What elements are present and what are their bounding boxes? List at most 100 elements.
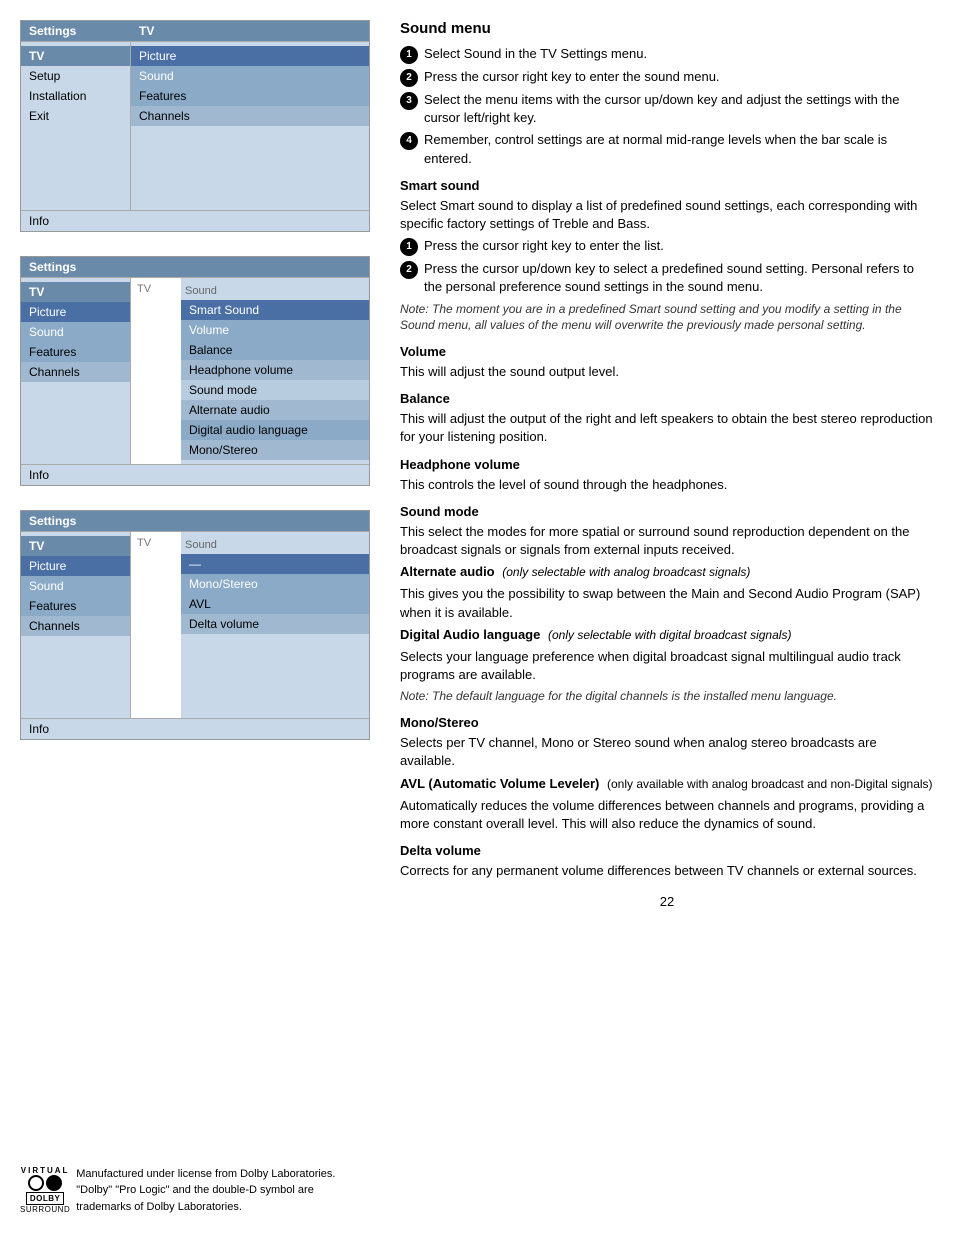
- menu1-right-sound[interactable]: Sound: [131, 66, 369, 86]
- menu3-right-dash[interactable]: —: [181, 554, 369, 574]
- menu2-right-volume[interactable]: Volume: [181, 320, 369, 340]
- mono-stereo-heading: Mono/Stereo: [400, 715, 934, 730]
- smart-sound-body: Select Smart sound to display a list of …: [400, 197, 934, 233]
- menu3-left-col: TV Picture Sound Features Channels: [21, 532, 131, 718]
- ss-step1-circle: 1: [400, 238, 418, 256]
- menu2-left-sound[interactable]: Sound: [21, 322, 130, 342]
- menu3-left-picture[interactable]: Picture: [21, 556, 130, 576]
- dolby-circle-right: [46, 1175, 62, 1191]
- menu-box-1: Settings TV TV Setup Installation Exit P…: [20, 20, 370, 232]
- menu1-left-exit[interactable]: Exit: [21, 106, 130, 126]
- menu2-right-soundmode[interactable]: Sound mode: [181, 380, 369, 400]
- menu2-right-col: Sound Smart Sound Volume Balance Headpho…: [181, 278, 369, 464]
- alternate-audio-heading: Alternate audio: [400, 564, 495, 579]
- digital-audio-note: Note: The default language for the digit…: [400, 688, 934, 705]
- smart-sound-note: Note: The moment you are in a predefined…: [400, 301, 934, 335]
- alternate-audio-heading-para: Alternate audio (only selectable with an…: [400, 563, 934, 581]
- menu3-right-empty1: [181, 634, 369, 654]
- step-4-circle: 4: [400, 132, 418, 150]
- alternate-audio-body: This gives you the possibility to swap b…: [400, 585, 934, 621]
- menu1-info: Info: [21, 210, 369, 231]
- menu3-left-tv[interactable]: TV: [21, 536, 130, 556]
- step-2: 2 Press the cursor right key to enter th…: [400, 68, 934, 87]
- menu3-right-header: [129, 514, 361, 528]
- menu2-left-tv[interactable]: TV: [21, 282, 130, 302]
- menu3-left-empty1: [21, 636, 130, 656]
- virtual-label: VIRTUAL: [21, 1166, 70, 1175]
- menu1-right-channels[interactable]: Channels: [131, 106, 369, 126]
- menu2-settings-label: Settings: [29, 260, 129, 274]
- sound-menu-heading: Sound menu: [400, 20, 934, 37]
- menu2-left-features[interactable]: Features: [21, 342, 130, 362]
- menu2-left-col: TV Picture Sound Features Channels: [21, 278, 131, 464]
- menu1-right-features[interactable]: Features: [131, 86, 369, 106]
- headphone-volume-heading: Headphone volume: [400, 457, 934, 472]
- balance-body: This will adjust the output of the right…: [400, 410, 934, 446]
- menu1-left-col: TV Setup Installation Exit: [21, 42, 131, 210]
- balance-heading: Balance: [400, 391, 934, 406]
- menu3-sound-label: Sound: [181, 536, 369, 554]
- delta-volume-body: Corrects for any permanent volume differ…: [400, 862, 934, 880]
- avl-body: Automatically reduces the volume differe…: [400, 797, 934, 833]
- menu2-left-channels[interactable]: Channels: [21, 362, 130, 382]
- avl-qualifier: (only available with analog broadcast an…: [607, 777, 933, 791]
- menu1-left-installation[interactable]: Installation: [21, 86, 130, 106]
- menu2-right-smartsound[interactable]: Smart Sound: [181, 300, 369, 320]
- dolby-label: DOLBY: [26, 1192, 65, 1205]
- step-2-circle: 2: [400, 69, 418, 87]
- menu1-right-empty4: [131, 186, 369, 206]
- menu1-right-empty1: [131, 126, 369, 146]
- menu-topbar-1: Settings TV: [21, 21, 369, 42]
- step-1-text: Select Sound in the TV Settings menu.: [424, 45, 647, 63]
- step-3-circle: 3: [400, 92, 418, 110]
- mono-stereo-body: Selects per TV channel, Mono or Stereo s…: [400, 734, 934, 770]
- headphone-volume-body: This controls the level of sound through…: [400, 476, 934, 494]
- menu2-right-monostereo[interactable]: Mono/Stereo: [181, 440, 369, 460]
- menu1-left-empty3: [21, 166, 130, 186]
- menu3-tv-sublabel: TV: [137, 534, 151, 552]
- digital-audio-qualifier: (only selectable with digital broadcast …: [548, 628, 791, 642]
- digital-audio-heading: Digital Audio language: [400, 627, 540, 642]
- right-column: Sound menu 1 Select Sound in the TV Sett…: [390, 20, 934, 1215]
- menu1-right-picture[interactable]: Picture: [131, 46, 369, 66]
- menu3-mid-label: TV: [131, 532, 181, 718]
- menu2-info: Info: [21, 464, 369, 485]
- menu3-info: Info: [21, 718, 369, 739]
- menu-topbar-2: Settings: [21, 257, 369, 278]
- alternate-audio-qualifier: (only selectable with analog broadcast s…: [502, 565, 750, 579]
- menu1-left-empty1: [21, 126, 130, 146]
- menu3-settings-label: Settings: [29, 514, 129, 528]
- menu3-left-features[interactable]: Features: [21, 596, 130, 616]
- menu2-mid-label: TV: [131, 278, 181, 464]
- step-1: 1 Select Sound in the TV Settings menu.: [400, 45, 934, 64]
- menu3-right-monostereo[interactable]: Mono/Stereo: [181, 574, 369, 594]
- menu2-right-headphone[interactable]: Headphone volume: [181, 360, 369, 380]
- surround-label: SURROUND: [20, 1205, 70, 1214]
- menu3-left-sound[interactable]: Sound: [21, 576, 130, 596]
- smart-sound-step2: 2 Press the cursor up/down key to select…: [400, 260, 934, 296]
- menu1-tv-label: TV: [129, 24, 361, 38]
- menu2-right-balance[interactable]: Balance: [181, 340, 369, 360]
- dolby-text: Manufactured under license from Dolby La…: [76, 1166, 370, 1216]
- avl-heading-para: AVL (Automatic Volume Leveler) (only ava…: [400, 775, 934, 793]
- dolby-symbol: VIRTUAL DOLBY SURROUND: [20, 1166, 70, 1214]
- dolby-circle-left: [28, 1175, 44, 1191]
- menu1-left-tv[interactable]: TV: [21, 46, 130, 66]
- menu2-right-altaudio[interactable]: Alternate audio: [181, 400, 369, 420]
- menu1-left-setup[interactable]: Setup: [21, 66, 130, 86]
- menu3-left-empty2: [21, 656, 130, 676]
- menu2-right-digitalaudio[interactable]: Digital audio language: [181, 420, 369, 440]
- avl-heading: AVL (Automatic Volume Leveler): [400, 776, 599, 791]
- menu-box-2: Settings TV Picture Sound Features Chann…: [20, 256, 370, 486]
- sound-mode-body: This select the modes for more spatial o…: [400, 523, 934, 559]
- menu2-left-picture[interactable]: Picture: [21, 302, 130, 322]
- volume-heading: Volume: [400, 344, 934, 359]
- step-4: 4 Remember, control settings are at norm…: [400, 131, 934, 167]
- smart-sound-heading: Smart sound: [400, 178, 934, 193]
- menu2-sound-label: Sound: [181, 282, 369, 300]
- sound-mode-heading: Sound mode: [400, 504, 934, 519]
- menu3-left-channels[interactable]: Channels: [21, 616, 130, 636]
- step-3-text: Select the menu items with the cursor up…: [424, 91, 934, 127]
- menu3-right-deltavolume[interactable]: Delta volume: [181, 614, 369, 634]
- menu3-right-avl[interactable]: AVL: [181, 594, 369, 614]
